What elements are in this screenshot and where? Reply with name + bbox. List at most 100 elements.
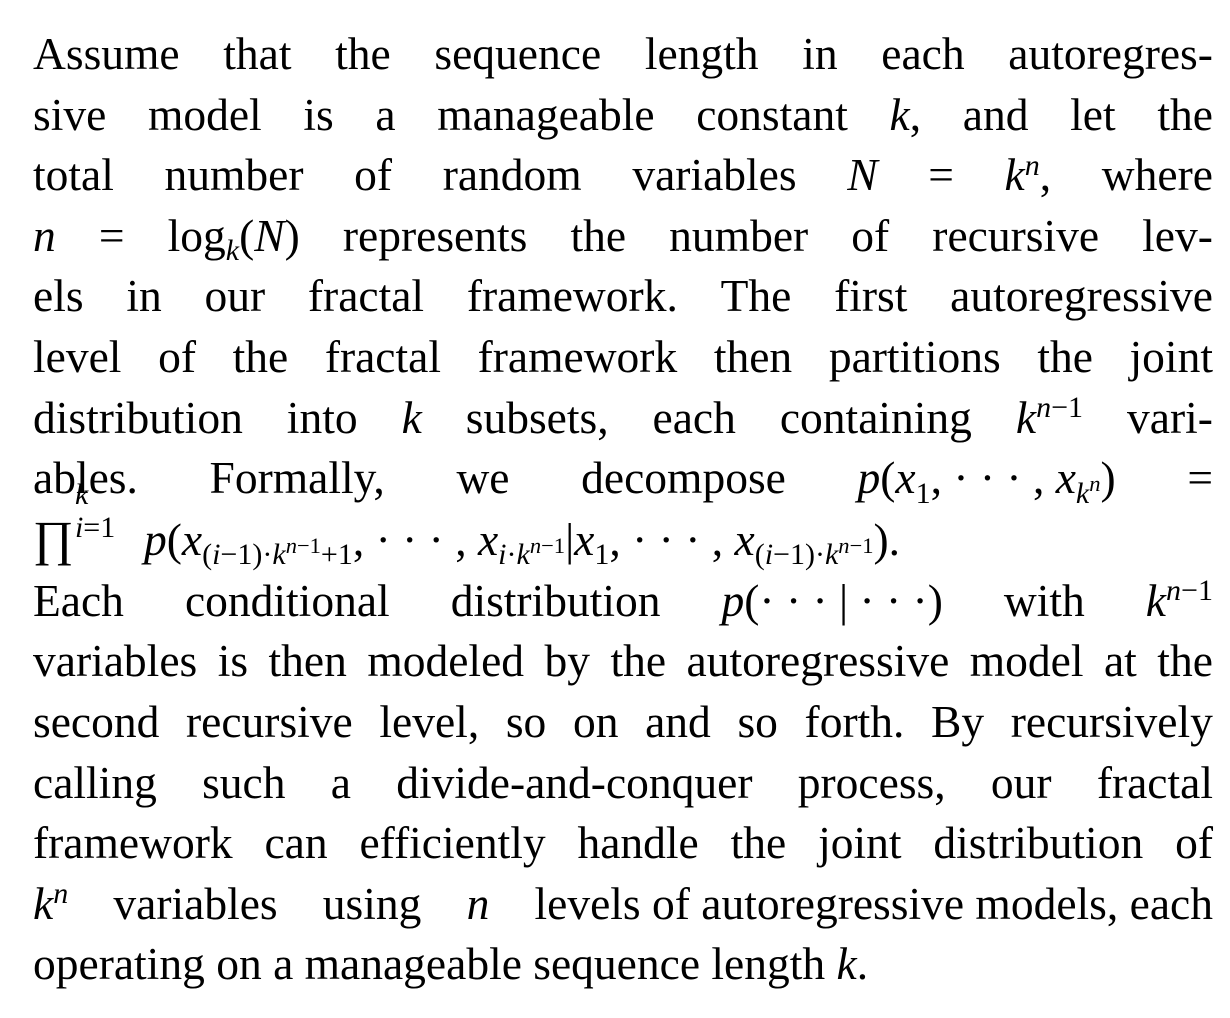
word: the xyxy=(1037,330,1093,382)
word: handle xyxy=(577,817,699,869)
word: manageable xyxy=(437,88,655,140)
math-n: n xyxy=(33,209,56,261)
word: a xyxy=(375,88,396,140)
word: framework xyxy=(477,330,678,382)
word: modeled xyxy=(367,635,525,687)
word: with xyxy=(1003,574,1085,626)
word: model xyxy=(969,635,1084,687)
math-N: N xyxy=(847,149,878,201)
word: so xyxy=(505,695,547,747)
line-15: kn variables using n levels of autoregre… xyxy=(33,874,1213,935)
word: distribution xyxy=(933,817,1144,869)
word: first xyxy=(834,270,908,322)
word: let xyxy=(1070,88,1116,140)
word: each xyxy=(881,28,965,79)
word: vari- xyxy=(1127,391,1213,443)
word: in xyxy=(126,270,162,322)
line-14: framework can efficiently handle the joi… xyxy=(33,813,1213,874)
word: model xyxy=(147,88,262,140)
word: each xyxy=(652,391,736,443)
word: autoregressive xyxy=(686,635,950,687)
line-11: variables is then modeled by the autoreg… xyxy=(33,631,1213,692)
word: fractal xyxy=(307,270,425,322)
word: lev- xyxy=(1142,209,1213,261)
math-n: n xyxy=(466,877,490,929)
word: framework. xyxy=(466,270,678,322)
word: and xyxy=(645,695,711,747)
word: partitions xyxy=(828,330,1001,382)
word: subsets, xyxy=(465,391,609,443)
word: variables xyxy=(33,635,198,687)
word: operating on a manageable sequence lengt… xyxy=(33,938,826,990)
word: autoregressive xyxy=(950,270,1213,322)
math-k-pow-n-minus-1: kn−1 xyxy=(1145,574,1213,626)
line-16: operating on a manageable sequence lengt… xyxy=(33,934,1213,995)
word: sive xyxy=(33,88,107,140)
word: of xyxy=(851,209,890,261)
word: recursive xyxy=(186,695,353,747)
word: then xyxy=(713,330,793,382)
word: autoregres- xyxy=(1008,28,1213,79)
word: recursive xyxy=(932,209,1100,261)
math-equals: = xyxy=(1187,452,1213,504)
word: can xyxy=(264,817,328,869)
word: efficiently xyxy=(359,817,546,869)
word: using xyxy=(322,877,422,929)
word: second xyxy=(33,695,160,747)
word: and xyxy=(962,88,1029,140)
word: conditional xyxy=(184,574,390,626)
word: our xyxy=(990,756,1052,808)
math-k: k xyxy=(401,391,422,443)
word: the xyxy=(335,28,391,79)
word: joint xyxy=(818,817,902,869)
word: on xyxy=(572,695,619,747)
word: length xyxy=(644,28,759,79)
word: total xyxy=(33,149,114,201)
math-joint-p: p(x1, · · · , xkn) xyxy=(857,452,1116,510)
word: fractal xyxy=(1096,756,1213,808)
word: Each xyxy=(33,574,124,626)
word: we xyxy=(456,452,510,504)
word: of xyxy=(1175,817,1213,869)
word: variables xyxy=(113,877,278,929)
word: is xyxy=(303,88,334,140)
line-8: ables. Formally, we decompose p(x1, · · … xyxy=(33,448,1213,509)
math-equals: = xyxy=(98,209,125,261)
word: framework xyxy=(33,817,233,869)
line-2: sive model is a manageable constant k, a… xyxy=(33,85,1213,146)
line-9-product-formula: ∏ k i=1 p(x(i−1)·kn−1+1, · · · , xi·kn−1|x1… xyxy=(33,477,1213,572)
word: of xyxy=(354,149,393,201)
word: distribution xyxy=(33,391,243,443)
line-3: total number of random variables N = kn,… xyxy=(33,145,1213,206)
math-k-pow-n: kn, xyxy=(1004,148,1052,201)
word: decompose xyxy=(581,452,786,504)
word: in xyxy=(802,28,838,79)
word: level, xyxy=(379,695,480,747)
word: at xyxy=(1103,635,1137,687)
line-12: second recursive level, so on and so for… xyxy=(33,692,1213,753)
word: calling xyxy=(33,756,157,808)
math-log: logk(N) xyxy=(167,209,300,268)
math-equals: = xyxy=(928,149,954,201)
math-product: ∏ k i=1 p(x(i−1)·kn−1+1, · · · , xi·kn−1|x1… xyxy=(33,477,901,572)
line-6: level of the fractal framework then part… xyxy=(33,327,1213,388)
word: by xyxy=(544,635,591,687)
math-k-pow-n: kn xyxy=(33,877,69,929)
word: containing xyxy=(779,391,972,443)
word: the xyxy=(730,817,787,869)
word: forth. xyxy=(804,695,905,747)
word: the xyxy=(570,209,627,261)
word: the xyxy=(1157,88,1213,140)
word: joint xyxy=(1129,330,1213,382)
word: such xyxy=(202,756,286,808)
math-k-final: k. xyxy=(836,938,869,990)
line-10: Each conditional distribution p(· · · | … xyxy=(33,571,1213,632)
word: recursively xyxy=(1010,695,1213,747)
word: variables xyxy=(632,149,797,201)
word: distribution xyxy=(450,574,661,626)
word: number xyxy=(164,149,304,201)
line-7: distribution into k subsets, each contai… xyxy=(33,388,1213,449)
word: Assume xyxy=(33,28,180,79)
word: the xyxy=(232,330,289,382)
word: divide-and-conquer xyxy=(396,756,753,808)
